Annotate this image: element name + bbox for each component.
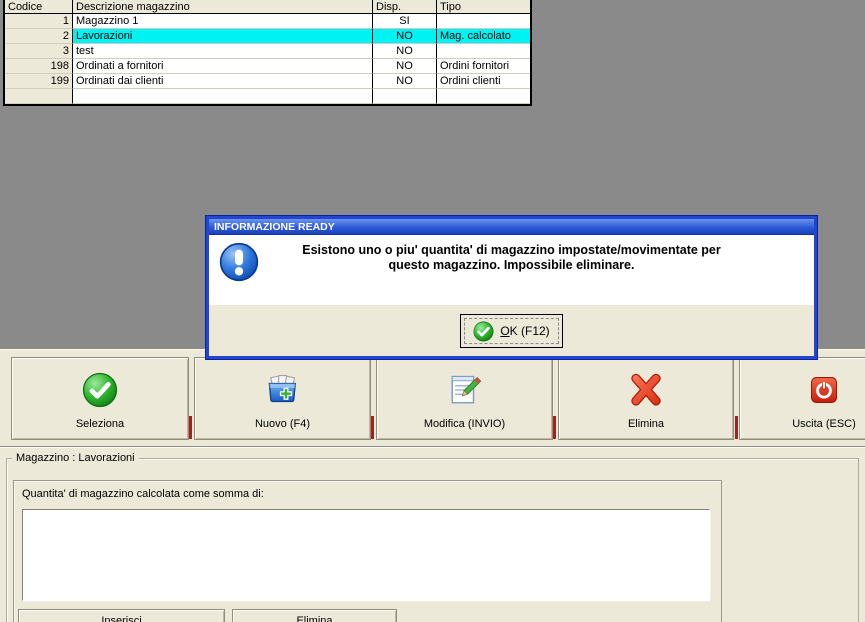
cell-descrizione[interactable]: Lavorazioni	[73, 29, 373, 44]
green-check-circle-icon	[473, 321, 494, 342]
somma-listbox[interactable]	[22, 509, 710, 601]
cell-codice[interactable]: 198	[5, 59, 73, 74]
elimina-somma-button[interactable]: Elimina	[232, 609, 397, 622]
info-exclamation-icon	[219, 242, 259, 282]
green-check-circle-icon	[82, 358, 118, 418]
cell-tipo[interactable]: Ordini fornitori	[437, 59, 530, 74]
ok-label-rest: K (F12)	[509, 324, 550, 338]
cell-codice[interactable]	[5, 89, 73, 104]
cell-codice[interactable]: 2	[5, 29, 73, 44]
cell-tipo[interactable]	[437, 14, 530, 29]
col-header-tipo: Tipo	[437, 0, 530, 14]
cell-descrizione[interactable]: test	[73, 44, 373, 59]
cell-disp[interactable]: NO	[373, 74, 437, 89]
inserisci-button[interactable]: Inserisci	[18, 609, 225, 622]
ok-button[interactable]: OK (F12)	[460, 314, 563, 348]
table-row[interactable]: 1 Magazzino 1 SI	[5, 14, 530, 29]
col-header-codice: Codice	[5, 0, 73, 14]
cell-descrizione[interactable]: Magazzino 1	[73, 14, 373, 29]
cell-disp[interactable]: SI	[373, 14, 437, 29]
cell-tipo[interactable]	[437, 89, 530, 104]
new-box-plus-icon	[264, 358, 302, 418]
table-row[interactable]: 198 Ordinati a fornitori NO Ordini forni…	[5, 59, 530, 74]
seleziona-button[interactable]: Seleziona	[11, 357, 189, 440]
cell-codice[interactable]: 199	[5, 74, 73, 89]
magazzino-groupbox-label: Magazzino : Lavorazioni	[12, 452, 139, 464]
cell-descrizione[interactable]	[73, 89, 373, 104]
uscita-label: Uscita (ESC)	[792, 418, 856, 430]
table-header-row: Codice Descrizione magazzino Disp. Tipo	[5, 0, 530, 14]
cell-codice[interactable]: 1	[5, 14, 73, 29]
edit-document-pencil-icon	[448, 358, 482, 418]
nuovo-button[interactable]: Nuovo (F4)	[194, 357, 371, 440]
cell-tipo[interactable]: Mag. calcolato	[437, 29, 530, 44]
seleziona-label: Seleziona	[75, 418, 125, 430]
table-row[interactable]: 3 test NO	[5, 44, 530, 59]
toolbar-red-separator	[189, 416, 192, 439]
cell-codice[interactable]: 3	[5, 44, 73, 59]
table-row[interactable]: 199 Ordinati dai clienti NO Ordini clien…	[5, 74, 530, 89]
dialog-message-area: Esistono uno o piu' quantita' di magazzi…	[209, 235, 814, 305]
cell-descrizione[interactable]: Ordinati dai clienti	[73, 74, 373, 89]
dialog-button-area: OK (F12)	[209, 305, 814, 355]
quantita-label: Quantita' di magazzino calcolata come so…	[22, 488, 264, 500]
ok-button-label: OK (F12)	[500, 324, 549, 338]
dialog-titlebar[interactable]: INFORMAZIONE READY	[209, 219, 814, 235]
informazione-dialog: INFORMAZIONE READY Esistono uno o piu' q…	[205, 215, 818, 360]
dialog-message-line1: Esistono uno o piu' quantita' di magazzi…	[302, 243, 721, 257]
toolbar-red-separator	[553, 416, 556, 439]
red-x-icon	[624, 358, 668, 418]
elimina-button[interactable]: Elimina	[558, 357, 734, 440]
table-row-selected[interactable]: 2 Lavorazioni NO Mag. calcolato	[5, 29, 530, 44]
ok-accelerator: O	[500, 324, 510, 338]
cell-disp[interactable]: NO	[373, 44, 437, 59]
col-header-descrizione: Descrizione magazzino	[73, 0, 373, 14]
table-row-empty[interactable]	[5, 89, 530, 104]
app-window: Codice Descrizione magazzino Disp. Tipo …	[0, 0, 865, 622]
toolbar-red-separator	[371, 416, 374, 439]
cell-tipo[interactable]	[437, 44, 530, 59]
nuovo-label: Nuovo (F4)	[254, 418, 311, 430]
bottom-toolbar: Seleziona Nuovo (F4) Modifica (INVIO) El…	[0, 348, 865, 447]
cell-tipo[interactable]: Ordini clienti	[437, 74, 530, 89]
cell-descrizione[interactable]: Ordinati a fornitori	[73, 59, 373, 74]
dialog-message-line2: questo magazzino. Impossibile eliminare.	[388, 258, 635, 272]
uscita-button[interactable]: Uscita (ESC)	[739, 357, 865, 440]
modifica-button[interactable]: Modifica (INVIO)	[376, 357, 553, 440]
magazzini-table: Codice Descrizione magazzino Disp. Tipo …	[3, 0, 532, 106]
cell-disp[interactable]: NO	[373, 29, 437, 44]
modifica-label: Modifica (INVIO)	[423, 418, 506, 430]
power-exit-icon	[809, 358, 839, 418]
elimina-label: Elimina	[627, 418, 665, 430]
cell-disp[interactable]	[373, 89, 437, 104]
cell-disp[interactable]: NO	[373, 59, 437, 74]
toolbar-red-separator	[735, 416, 738, 439]
col-header-disp: Disp.	[373, 0, 437, 14]
dialog-message: Esistono uno o piu' quantita' di magazzi…	[209, 235, 814, 273]
